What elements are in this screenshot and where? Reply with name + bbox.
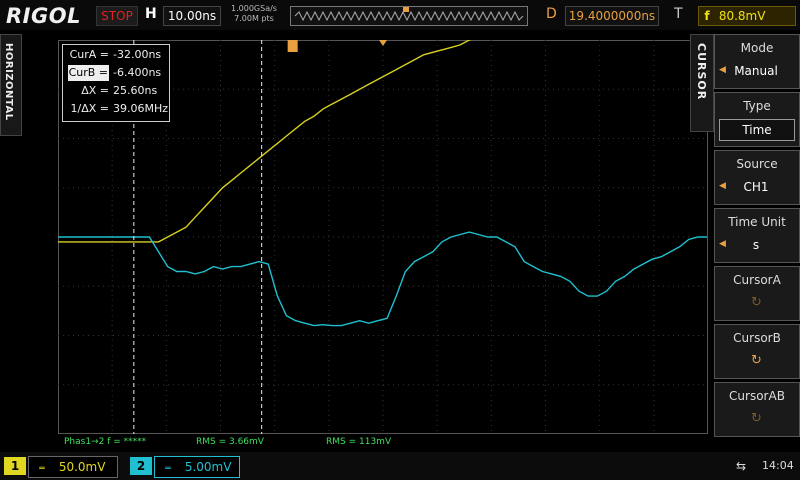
system-clock: 14:04: [762, 459, 794, 472]
menu-cursor-ab[interactable]: CursorAB ↻: [714, 382, 800, 437]
menu-mode-title: Mode: [740, 41, 774, 55]
sample-rate: 1.000GSa/s: [231, 4, 277, 13]
trigger-label: T: [674, 6, 683, 22]
rotary-knob-icon: ↻: [751, 295, 762, 310]
channel-1-scale: 50.0mV: [58, 460, 106, 474]
cursor-a-label: CurA =: [69, 48, 109, 61]
cursor-tab[interactable]: CURSOR: [690, 34, 714, 132]
trigger-level-value: 80.8mV: [718, 9, 766, 23]
horizontal-tab[interactable]: HORIZONTAL: [0, 34, 22, 136]
delay-value[interactable]: 19.4000000ns: [565, 6, 659, 26]
menu-cursor-a[interactable]: CursorA ↻: [714, 266, 800, 321]
channel-2-scale: 5.00mV: [184, 460, 232, 474]
menu-cursor-a-title: CursorA: [733, 273, 781, 287]
timebase-value[interactable]: 10.00ns: [163, 6, 221, 26]
rms-measurement-ch2: RMS = 113mV: [326, 437, 392, 447]
channel-1-scale-box[interactable]: ═ 50.0mV: [28, 456, 118, 478]
delta-x-label: ΔX =: [81, 84, 109, 97]
menu-source[interactable]: Source ◀ CH1: [714, 150, 800, 205]
cursor-b-row: CurB = -6.400ns: [63, 65, 169, 81]
phase-measurement: Phas1→2 f = *****: [64, 437, 147, 447]
memory-depth: 7.00M pts: [234, 14, 274, 23]
menu-mode[interactable]: Mode ◀ Manual: [714, 34, 800, 89]
trigger-position-marker: [379, 40, 387, 46]
inverse-delta-x-row: 1/ΔX = 39.06MHz: [63, 101, 169, 117]
trigger-t-marker: [287, 40, 298, 52]
cursor-a-value: -32.00ns: [113, 48, 162, 61]
dc-coupling-icon: ═: [39, 464, 45, 474]
menu-type[interactable]: Type Time: [714, 92, 800, 147]
memory-waveform-icon: [294, 7, 524, 22]
menu-source-title: Source: [736, 157, 778, 171]
menu-type-title: Type: [743, 99, 771, 113]
cursor-readout-box: CurA = -32.00ns CurB = -6.400ns ΔX = 25.…: [62, 44, 170, 122]
menu-time-unit-value: s: [752, 238, 760, 252]
inverse-delta-x-label: 1/ΔX =: [70, 102, 109, 115]
delay-label: D: [546, 6, 557, 22]
trigger-edge-icon: f: [704, 9, 710, 23]
trigger-level[interactable]: f 80.8mV: [698, 6, 796, 26]
channel-1-badge[interactable]: 1: [4, 457, 26, 475]
sample-info: 1.000GSa/s 7.00M pts: [230, 4, 278, 24]
brand-logo: RIGOL: [6, 4, 81, 28]
menu-source-value: CH1: [743, 180, 769, 194]
delta-x-row: ΔX = 25.60ns: [63, 83, 169, 99]
channel-2-scale-box[interactable]: ═ 5.00mV: [154, 456, 240, 478]
cursor-b-label: CurB =: [67, 65, 109, 81]
menu-cursor-b[interactable]: CursorB ↻: [714, 324, 800, 379]
rms-measurement-ch1: RMS = 3.66mV: [196, 437, 264, 447]
menu-time-unit-title: Time Unit: [728, 215, 786, 229]
horizontal-label: H: [145, 6, 157, 22]
menu-time-unit[interactable]: Time Unit ◀ s: [714, 208, 800, 263]
inverse-delta-x-value: 39.06MHz: [113, 102, 169, 115]
dc-coupling-icon: ═: [165, 464, 171, 474]
channel-2-badge[interactable]: 2: [130, 457, 152, 475]
menu-type-value: Time: [719, 119, 795, 141]
memory-overview-strip: [290, 6, 528, 26]
run-stop-status[interactable]: STOP: [96, 6, 138, 26]
cursor-tab-label: CURSOR: [695, 43, 708, 101]
rotary-knob-icon: ↻: [751, 353, 762, 368]
horizontal-tab-label: HORIZONTAL: [3, 43, 14, 121]
channel-2-waveform: [58, 231, 707, 327]
menu-cursor-b-title: CursorB: [733, 331, 781, 345]
usb-icon: ⇆: [736, 459, 747, 473]
menu-cursor-ab-title: CursorAB: [729, 389, 785, 403]
bottom-status-bar: [0, 452, 800, 480]
rotary-knob-icon: ↻: [751, 411, 762, 426]
delta-x-value: 25.60ns: [113, 84, 158, 97]
cursor-b-value: -6.400ns: [113, 66, 162, 79]
menu-mode-value: Manual: [734, 64, 778, 78]
cursor-a-row: CurA = -32.00ns: [63, 47, 169, 63]
